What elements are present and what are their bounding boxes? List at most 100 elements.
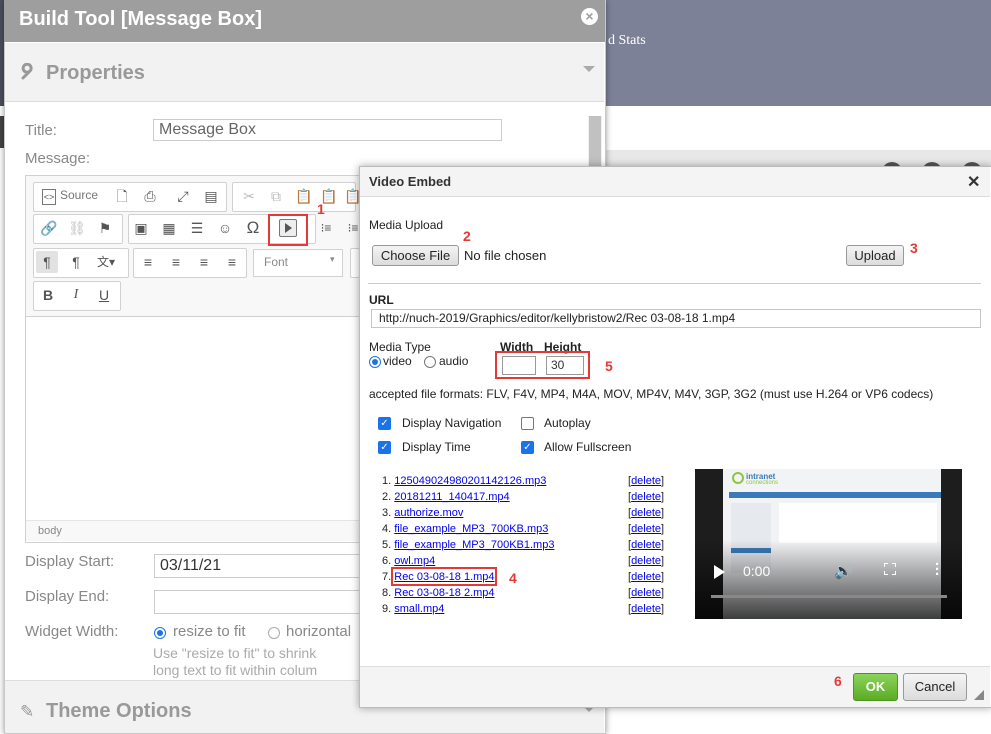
audio-radio[interactable] [424,356,436,368]
underline-icon[interactable]: U [93,284,115,306]
image-icon[interactable]: ▣ [130,217,152,239]
align-right-icon[interactable]: ≡ [193,251,215,273]
annotation-number: 3 [910,240,918,256]
align-left-icon[interactable]: ≡ [137,251,159,273]
build-tool-title: Build Tool [Message Box] [19,8,262,30]
thumbnail-logo-sub: connections [746,480,779,486]
allow-fullscreen-label[interactable]: Allow Fullscreen [544,440,631,454]
table-icon[interactable]: ▦ [158,217,180,239]
annotation-highlight [268,214,308,246]
file-link[interactable]: authorize.mov [394,507,463,519]
display-navigation-checkbox[interactable]: ✓ [378,417,391,430]
bold-icon[interactable]: B [37,284,59,306]
url-input[interactable]: http://nuch-2019/Graphics/editor/kellybr… [371,309,981,328]
delete-link[interactable]: [delete] [628,585,664,601]
resize-handle[interactable] [974,690,984,700]
file-link[interactable]: file_example_MP3_700KB.mp3 [394,523,548,535]
horizontal-radio[interactable] [268,627,280,639]
file-link[interactable]: 20181211_140417.mp4 [394,491,509,503]
resize-to-fit-radio[interactable] [154,627,166,639]
smiley-icon[interactable]: ☺ [214,217,236,239]
autoplay-label[interactable]: Autoplay [544,416,591,430]
play-icon[interactable] [714,565,725,579]
delete-link[interactable]: [delete] [628,505,664,521]
italic-icon[interactable]: I [65,284,87,306]
ltr-icon[interactable]: ¶ [36,251,58,273]
horizontal-label[interactable]: horizontal [286,623,351,640]
delete-link[interactable]: [delete] [628,537,664,553]
delete-link[interactable]: [delete] [628,489,664,505]
close-icon[interactable]: ✕ [967,172,980,192]
allow-fullscreen-checkbox[interactable]: ✓ [521,441,534,454]
list-item: 9. small.mp4 [382,603,445,615]
paste-icon[interactable]: 📋 [293,185,315,207]
video-embed-title: Video Embed [369,174,452,189]
cancel-button[interactable]: Cancel [903,673,967,701]
annotation-highlight [495,351,590,379]
annotation-number: 2 [463,228,471,244]
chevron-down-icon[interactable] [583,66,595,72]
video-embed-titlebar[interactable] [360,167,990,197]
cut-icon[interactable]: ✂ [238,185,260,207]
display-start-label: Display Start: [25,553,115,570]
player-progress-bar[interactable] [711,595,947,598]
list-item: 2. 20181211_140417.mp4 [382,491,510,503]
brush-icon: ✎ [20,702,35,721]
theme-options-title: Theme Options [46,700,192,722]
source-icon[interactable]: <> [42,189,56,205]
upload-button[interactable]: Upload [846,245,904,266]
close-icon[interactable]: × [581,8,598,25]
delete-link[interactable]: [delete] [628,601,664,617]
rtl-icon[interactable]: ¶ [65,251,87,273]
language-icon[interactable]: 文▾ [95,251,117,273]
display-time-label[interactable]: Display Time [402,440,471,454]
properties-title: Properties [46,62,145,84]
horizontal-rule-icon[interactable]: ☰ [186,217,208,239]
delete-link[interactable]: [delete] [628,521,664,537]
video-radio-label[interactable]: video [383,354,412,368]
display-end-input[interactable] [154,590,364,614]
display-start-input[interactable] [154,554,364,578]
resize-to-fit-label[interactable]: resize to fit [173,623,246,640]
ok-button[interactable]: OK [853,673,898,701]
list-item: 1. 125049024980201142126.mp3 [382,475,547,487]
unlink-icon[interactable]: ⛓ [66,217,88,239]
display-navigation-label[interactable]: Display Navigation [402,416,501,430]
display-time-checkbox[interactable]: ✓ [378,441,391,454]
background-header-text: d Stats [608,33,646,48]
link-icon[interactable]: 🔗 [38,217,60,239]
choose-file-button[interactable]: Choose File [372,245,459,266]
title-input[interactable] [153,119,502,141]
align-center-icon[interactable]: ≡ [165,251,187,273]
file-link[interactable]: file_example_MP3_700KB1.mp3 [394,539,554,551]
copy-icon[interactable]: ⧉ [265,185,287,207]
file-link[interactable]: Rec 03-08-18 2.mp4 [394,587,494,599]
print-icon[interactable]: ⎙ [139,185,161,207]
font-select[interactable]: Font ▾ [253,249,343,277]
list-item: 8. Rec 03-08-18 2.mp4 [382,587,495,599]
preview-icon[interactable]: 🗋 [111,185,133,207]
file-link[interactable]: small.mp4 [394,603,444,615]
fullscreen-icon[interactable] [883,562,897,576]
autoplay-checkbox[interactable] [521,417,534,430]
delete-link[interactable]: [delete] [628,569,664,585]
video-radio[interactable] [369,356,381,368]
special-char-icon[interactable]: Ω [242,217,264,239]
more-options-icon[interactable]: · · · [935,557,941,582]
volume-icon[interactable]: 🔊 [834,562,853,580]
delete-link[interactable]: [delete] [628,553,664,569]
title-label: Title: [25,122,57,139]
numbered-list-icon[interactable]: ⁝≡ [315,217,337,239]
annotation-highlight [391,567,497,586]
file-link[interactable]: owl.mp4 [394,555,435,567]
delete-link[interactable]: [delete] [628,473,664,489]
anchor-icon[interactable]: ⚑ [94,217,116,239]
audio-radio-label[interactable]: audio [439,354,468,368]
justify-icon[interactable]: ≡ [221,251,243,273]
widget-width-help: Use "resize to fit" to shrink [153,645,317,661]
source-button-label[interactable]: Source [60,188,98,202]
element-path[interactable]: body [38,525,62,537]
show-blocks-icon[interactable]: ▤ [200,185,222,207]
maximize-icon[interactable]: ⤢ [172,185,194,207]
file-link[interactable]: 125049024980201142126.mp3 [394,475,546,487]
